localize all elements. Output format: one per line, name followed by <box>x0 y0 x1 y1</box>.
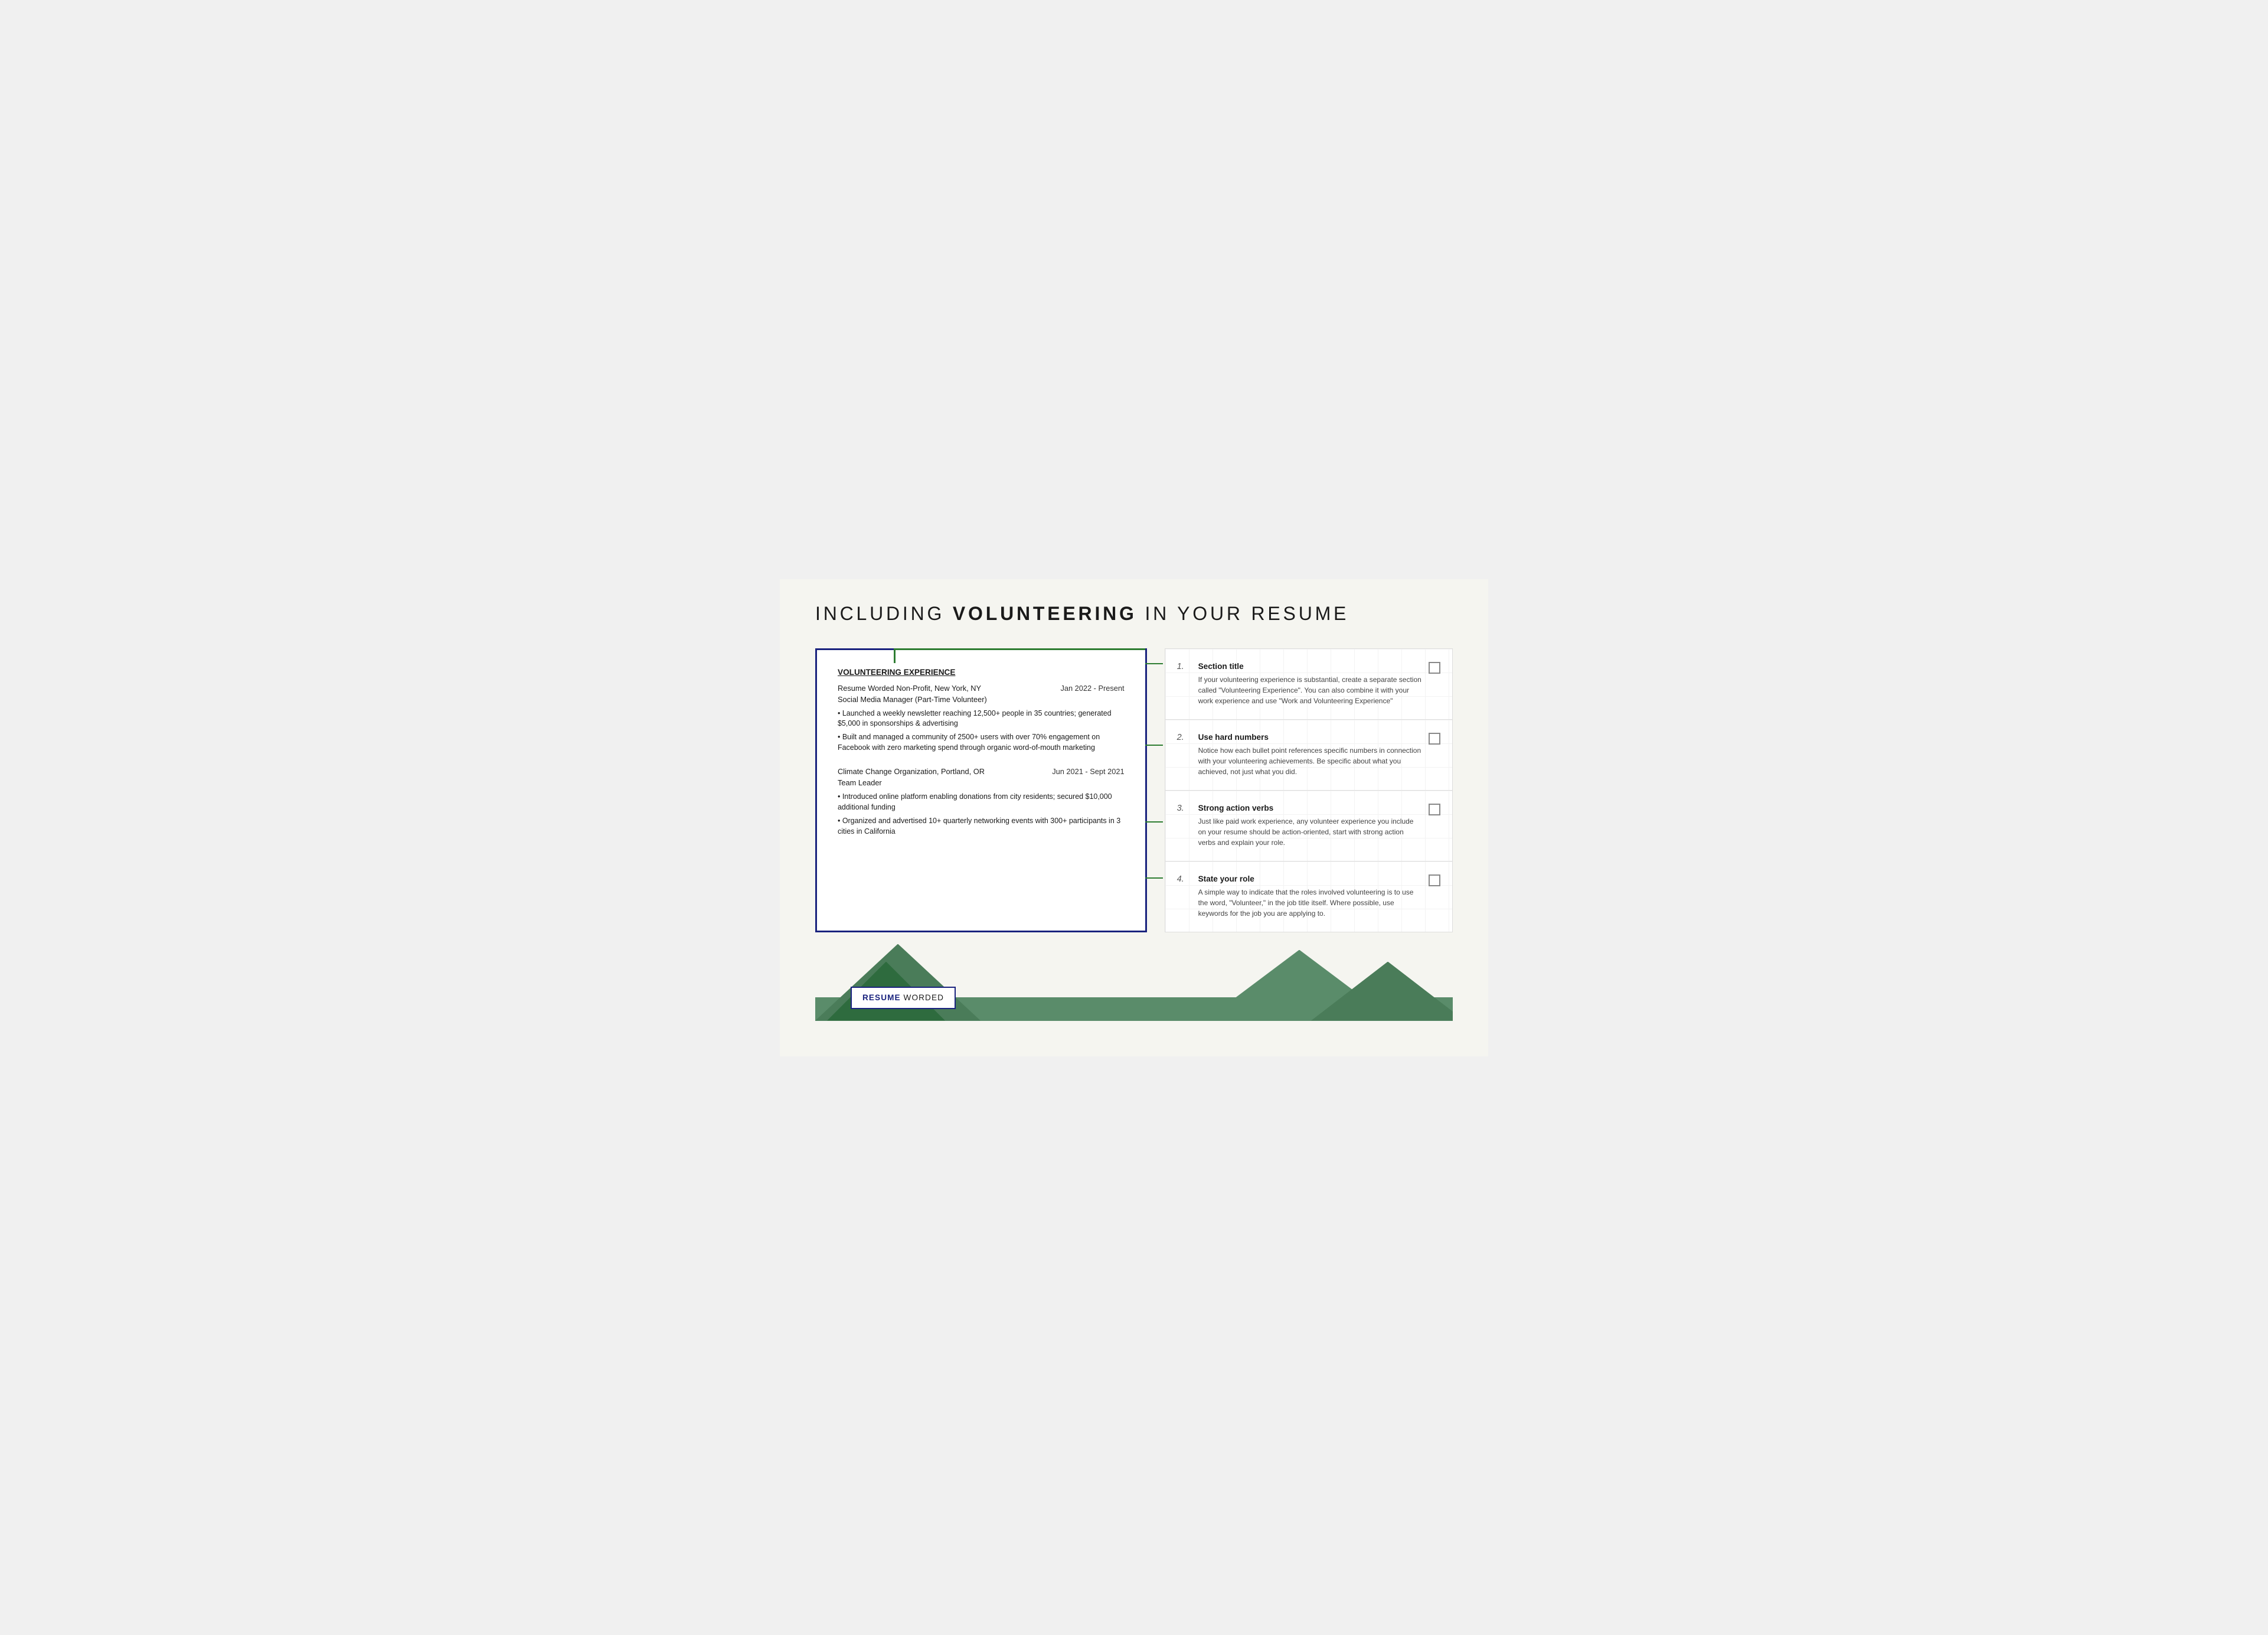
tip-3-content: Strong action verbs Just like paid work … <box>1198 804 1421 848</box>
resume-entry-1: Resume Worded Non-Profit, New York, NY J… <box>838 684 1125 753</box>
resume-panel: VOLUNTEERING EXPERIENCE Resume Worded No… <box>815 648 1147 932</box>
tip-4-checkbox[interactable] <box>1429 874 1440 886</box>
logo-area: RESUME WORDED <box>851 987 956 1009</box>
green-bracket-vertical <box>894 648 896 663</box>
resume-entry-2-bullet-1: • Introduced online platform enabling do… <box>838 792 1125 812</box>
tip-3-title: Strong action verbs <box>1198 804 1421 812</box>
logo-text: RESUME WORDED <box>862 993 944 1002</box>
logo-bold: RESUME <box>862 993 901 1002</box>
tip-item-1: 1. Section title If your volunteering ex… <box>1165 649 1452 720</box>
resume-entry-2-role: Team Leader <box>838 778 1125 787</box>
annotation-line-2 <box>1145 745 1163 746</box>
logo-regular: WORDED <box>901 993 944 1002</box>
resume-entry-2: Climate Change Organization, Portland, O… <box>838 767 1125 837</box>
resume-entry-1-org: Resume Worded Non-Profit, New York, NY <box>838 684 981 693</box>
tip-item-3: 3. Strong action verbs Just like paid wo… <box>1165 791 1452 861</box>
tip-2-content: Use hard numbers Notice how each bullet … <box>1198 733 1421 777</box>
content-area: VOLUNTEERING EXPERIENCE Resume Worded No… <box>815 648 1453 932</box>
tip-4-description: A simple way to indicate that the roles … <box>1198 887 1421 919</box>
tip-2-number: 2. <box>1177 733 1191 742</box>
tip-1-checkbox[interactable] <box>1429 662 1440 674</box>
bottom-section: RESUME WORDED <box>815 926 1453 1021</box>
resume-entry-1-role: Social Media Manager (Part-Time Voluntee… <box>838 695 1125 704</box>
resume-entry-2-header: Climate Change Organization, Portland, O… <box>838 767 1125 776</box>
tip-2-title: Use hard numbers <box>1198 733 1421 742</box>
tip-2-checkbox[interactable] <box>1429 733 1440 745</box>
green-bracket-top <box>894 648 1145 650</box>
page-title: INCLUDING VOLUNTEERING IN YOUR RESUME <box>815 603 1453 625</box>
tip-4-number: 4. <box>1177 874 1191 884</box>
resume-section-title: VOLUNTEERING EXPERIENCE <box>838 668 1125 677</box>
tip-1-title: Section title <box>1198 662 1421 671</box>
resume-entry-1-date: Jan 2022 - Present <box>1060 684 1124 693</box>
annotation-line-1 <box>1145 663 1163 664</box>
resume-entry-2-date: Jun 2021 - Sept 2021 <box>1052 767 1124 776</box>
annotation-line-4 <box>1145 877 1163 879</box>
tip-1-content: Section title If your volunteering exper… <box>1198 662 1421 706</box>
tip-1-number: 1. <box>1177 662 1191 671</box>
annotation-line-3 <box>1145 821 1163 823</box>
resume-entry-2-org: Climate Change Organization, Portland, O… <box>838 767 985 776</box>
resume-entry-1-bullet-1: • Launched a weekly newsletter reaching … <box>838 709 1125 729</box>
resume-entry-1-header: Resume Worded Non-Profit, New York, NY J… <box>838 684 1125 693</box>
tip-4-title: State your role <box>1198 874 1421 883</box>
tips-panel: 1. Section title If your volunteering ex… <box>1165 648 1453 932</box>
tip-1-description: If your volunteering experience is subst… <box>1198 674 1421 706</box>
tip-3-description: Just like paid work experience, any volu… <box>1198 816 1421 848</box>
tip-4-content: State your role A simple way to indicate… <box>1198 874 1421 919</box>
tip-3-checkbox[interactable] <box>1429 804 1440 815</box>
resume-entry-1-bullet-2: • Built and managed a community of 2500+… <box>838 732 1125 753</box>
tip-item-2: 2. Use hard numbers Notice how each bull… <box>1165 720 1452 791</box>
tip-2-description: Notice how each bullet point references … <box>1198 745 1421 777</box>
logo-box: RESUME WORDED <box>851 987 956 1009</box>
tip-item-4: 4. State your role A simple way to indic… <box>1165 861 1452 932</box>
resume-entry-2-bullet-2: • Organized and advertised 10+ quarterly… <box>838 816 1125 837</box>
tip-3-number: 3. <box>1177 804 1191 813</box>
